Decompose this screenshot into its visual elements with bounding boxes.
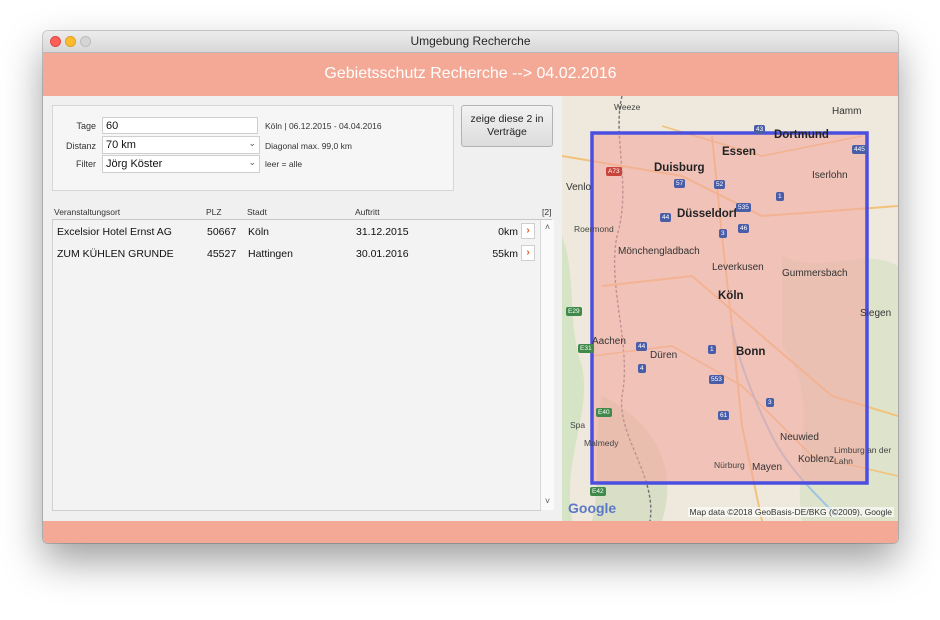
distanz-label: Distanz: [65, 141, 96, 151]
app-window: Umgebung Recherche Gebietsschutz Recherc…: [43, 31, 898, 543]
column-header-plz[interactable]: PLZ: [206, 207, 222, 217]
map-label-leverkusen: Leverkusen: [712, 262, 764, 273]
map-label-neuwied: Neuwied: [780, 432, 819, 443]
list-scrollbar[interactable]: ˄ ˅: [540, 220, 554, 510]
map-label-venlo: Venlo: [566, 182, 592, 193]
map-label-dortmund: Dortmund: [774, 129, 829, 141]
search-form: Tage 60 Köln | 06.12.2015 - 04.04.2016 D…: [52, 105, 454, 191]
filter-note: leer = alle: [265, 159, 303, 169]
map-label-duesseldorf: Düsseldorf: [677, 208, 738, 220]
road-shield-icon: 1: [708, 345, 716, 354]
map-attribution: Map data ©2018 GeoBasis-DE/BKG (©2009), …: [687, 507, 894, 517]
cell-distance: 0km: [498, 226, 518, 238]
cell-ort: ZUM KÜHLEN GRUNDE: [57, 248, 174, 260]
cell-distance: 55km: [492, 248, 518, 260]
road-shield-icon: 4: [638, 364, 646, 373]
title-bar: Umgebung Recherche: [43, 31, 898, 53]
cell-auftritt: 30.01.2016: [356, 248, 409, 260]
map-label-iserlohn: Iserlohn: [812, 170, 848, 181]
footer-bar: [43, 521, 898, 543]
road-shield-icon: E31: [578, 344, 594, 353]
distanz-select[interactable]: 70 km ⌄: [102, 136, 260, 154]
tage-label: Tage: [76, 121, 96, 131]
cell-auftritt: 31.12.2015: [356, 226, 409, 238]
road-shield-icon: 44: [660, 213, 672, 222]
distanz-note: Diagonal max. 99,0 km: [265, 141, 352, 151]
road-shield-icon: E42: [590, 487, 606, 496]
filter-value: Jörg Köster: [106, 158, 163, 170]
button-label-line2: Verträge: [487, 126, 527, 138]
road-shield-icon: 3: [766, 398, 774, 407]
header-banner: Gebietsschutz Recherche --> 04.02.2016: [43, 53, 898, 96]
column-header-stadt[interactable]: Stadt: [247, 207, 267, 217]
map-label-mayen: Mayen: [752, 462, 783, 473]
road-shield-icon: 43: [754, 125, 766, 134]
column-header-ort[interactable]: Veranstaltungsort: [54, 207, 120, 217]
road-shield-icon: 57: [674, 179, 686, 188]
tage-note: Köln | 06.12.2015 - 04.04.2016: [265, 121, 382, 131]
cell-ort: Excelsior Hotel Ernst AG: [57, 226, 172, 238]
cell-stadt: Hattingen: [248, 248, 293, 260]
page-title: Gebietsschutz Recherche --> 04.02.2016: [324, 65, 617, 82]
map-label-roermond: Roermond: [574, 224, 614, 234]
road-shield-icon: A73: [606, 167, 622, 176]
show-in-contracts-button[interactable]: zeige diese 2 in Verträge: [461, 105, 553, 147]
map-label-koeln: Köln: [718, 290, 744, 302]
table-row[interactable]: ZUM KÜHLEN GRUNDE 45527 Hattingen 30.01.…: [53, 243, 541, 265]
road-shield-icon: 44: [636, 342, 648, 351]
road-shield-icon: 52: [714, 180, 726, 189]
map-label-limburg: Limburg an der Lahn: [834, 445, 892, 466]
road-shield-icon: 553: [709, 375, 724, 384]
map-label-siegen: Siegen: [860, 308, 892, 319]
tage-input[interactable]: 60: [102, 117, 258, 134]
result-count: [2]: [542, 207, 552, 217]
filter-select[interactable]: Jörg Köster ⌄: [102, 155, 260, 173]
filter-label: Filter: [76, 159, 96, 169]
map-label-weeze: Weeze: [614, 102, 641, 112]
road-shield-icon: E40: [596, 408, 612, 417]
road-shield-icon: E29: [566, 307, 582, 316]
cell-plz: 45527: [207, 248, 237, 260]
chevron-down-icon: ⌄: [248, 138, 256, 148]
column-header-auftritt[interactable]: Auftritt: [355, 207, 380, 217]
road-shield-icon: 46: [738, 224, 750, 233]
distanz-value: 70 km: [106, 139, 136, 151]
chevron-down-icon: ⌄: [248, 157, 256, 167]
road-shield-icon: 535: [736, 203, 751, 212]
map-label-aachen: Aachen: [592, 336, 626, 347]
map-label-essen: Essen: [722, 146, 756, 158]
chevron-right-icon[interactable]: ›: [521, 245, 535, 261]
results-list: Excelsior Hotel Ernst AG 50667 Köln 31.1…: [52, 220, 541, 511]
button-label-line1: zeige diese 2 in: [470, 113, 544, 125]
map-label-hamm: Hamm: [832, 106, 862, 117]
road-shield-icon: 1: [776, 192, 784, 201]
map-label-duisburg: Duisburg: [654, 162, 705, 174]
window-title: Umgebung Recherche: [410, 34, 531, 48]
table-row[interactable]: Excelsior Hotel Ernst AG 50667 Köln 31.1…: [53, 221, 541, 243]
map-label-spa: Spa: [570, 420, 586, 430]
road-shield-icon: 61: [718, 411, 730, 420]
map-label-moenchengladbach: Mönchengladbach: [618, 246, 700, 257]
map-label-bonn: Bonn: [736, 346, 766, 358]
cell-plz: 50667: [207, 226, 237, 238]
scroll-up-icon[interactable]: ˄: [541, 222, 554, 232]
road-shield-icon: 445: [852, 145, 867, 154]
map-label-nuerburg: Nürburg: [714, 460, 745, 470]
map-label-malmedy: Malmedy: [584, 438, 619, 448]
scroll-down-icon[interactable]: ˅: [541, 496, 554, 506]
map-label-gummersbach: Gummersbach: [782, 268, 848, 279]
google-logo[interactable]: Google: [568, 500, 616, 516]
map-view[interactable]: Weeze Hamm Dortmund Essen Duisburg Venlo…: [562, 96, 898, 521]
road-shield-icon: 3: [719, 229, 727, 238]
map-label-dueren: Düren: [650, 350, 678, 361]
map-label-koblenz: Koblenz: [798, 454, 835, 465]
cell-stadt: Köln: [248, 226, 270, 238]
chevron-right-icon[interactable]: ›: [521, 223, 535, 239]
